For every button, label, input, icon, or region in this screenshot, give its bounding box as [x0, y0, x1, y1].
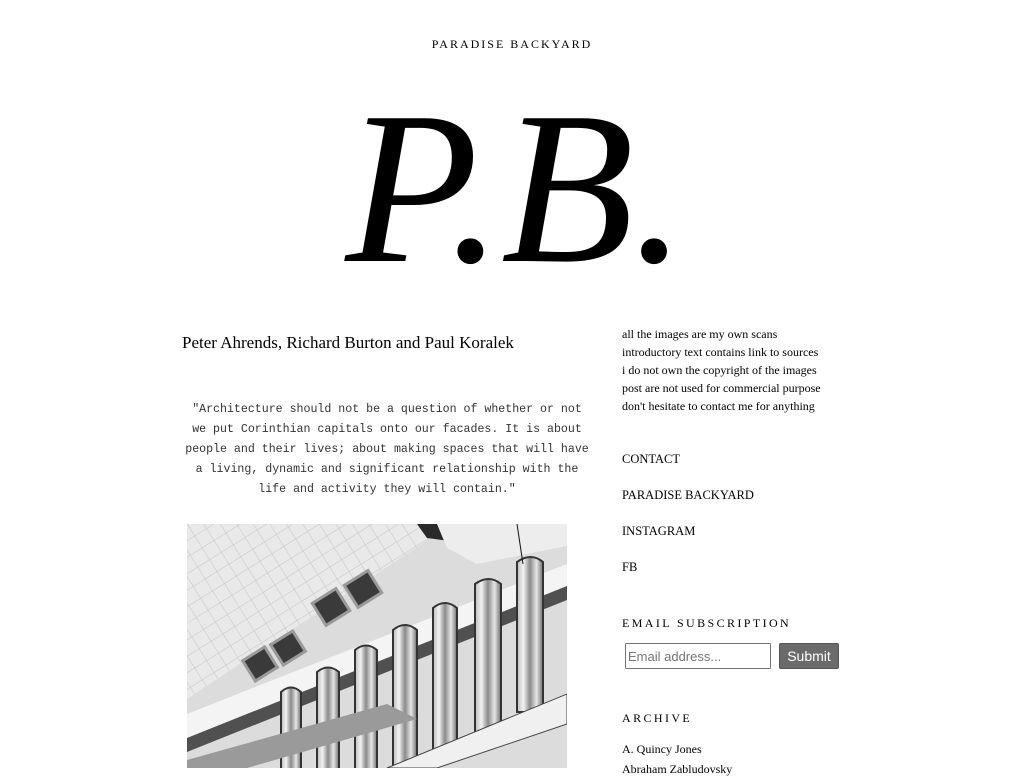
archive-item[interactable]: A. Quincy Jones: [622, 739, 862, 759]
disclaimer-line: post are not used for commercial purpose: [622, 381, 821, 395]
disclaimer-line: don't hesitate to contact me for anythin…: [622, 399, 815, 413]
archive: ARCHIVE A. Quincy Jones Abraham Zabludov…: [622, 711, 862, 779]
email-subscription: EMAIL SUBSCRIPTION Submit: [622, 616, 862, 669]
disclaimer-line: introductory text contains link to sourc…: [622, 345, 819, 359]
disclaimer-line: all the images are my own scans: [622, 327, 778, 341]
nav-link-instagram[interactable]: INSTAGRAM: [622, 523, 754, 559]
nav-link-paradise-backyard[interactable]: PARADISE BACKYARD: [622, 487, 754, 523]
sidebar-nav: CONTACT PARADISE BACKYARD INSTAGRAM FB: [622, 451, 754, 595]
submit-button[interactable]: Submit: [779, 643, 839, 669]
archive-list: A. Quincy Jones Abraham Zabludovsky: [622, 739, 862, 779]
post-image[interactable]: [187, 524, 567, 768]
sidebar: all the images are my own scans introduc…: [622, 325, 862, 776]
email-input[interactable]: [625, 643, 771, 669]
archive-heading: ARCHIVE: [622, 711, 693, 725]
site-logo[interactable]: P.B.: [0, 80, 1024, 298]
archive-item[interactable]: Abraham Zabludovsky: [622, 759, 862, 779]
email-subscription-heading: EMAIL SUBSCRIPTION: [622, 616, 792, 630]
post-quote: "Architecture should not be a question o…: [185, 403, 589, 496]
subscription-form: Submit: [625, 643, 865, 671]
nav-link-contact[interactable]: CONTACT: [622, 451, 754, 487]
blog-title[interactable]: PARADISE BACKYARD: [0, 37, 1024, 51]
post-title[interactable]: Peter Ahrends, Richard Burton and Paul K…: [182, 332, 514, 354]
nav-link-fb[interactable]: FB: [622, 559, 754, 595]
disclaimer: all the images are my own scans introduc…: [622, 325, 862, 415]
disclaimer-line: i do not own the copyright of the images: [622, 363, 817, 377]
